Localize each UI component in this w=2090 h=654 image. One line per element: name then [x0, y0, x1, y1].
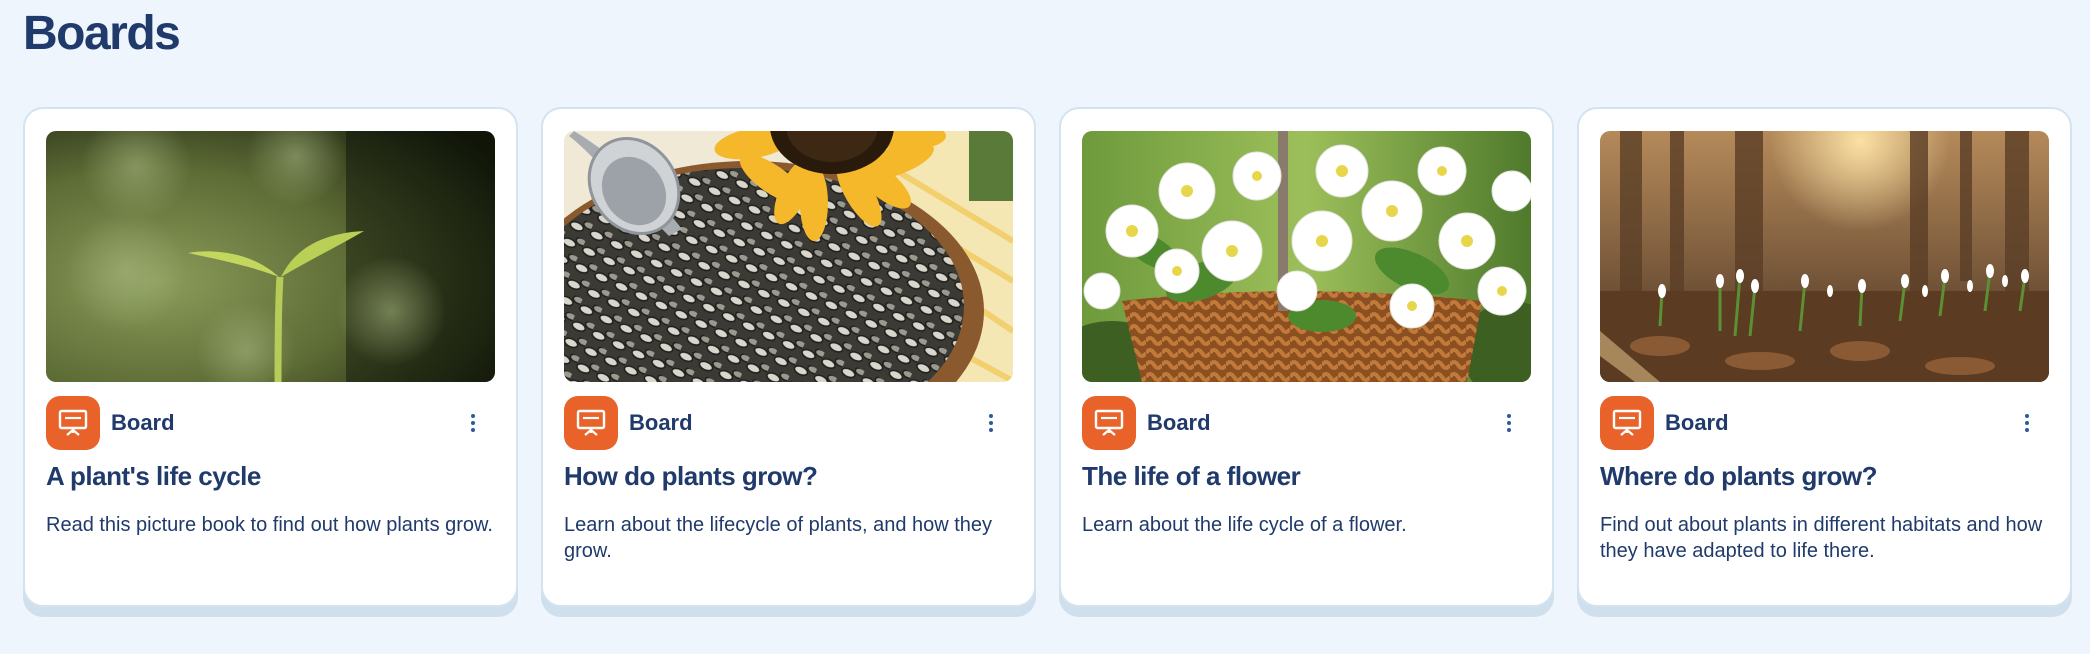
card-thumbnail: [564, 131, 1013, 382]
boards-page: Boards Board A plant's life cycle Read t…: [0, 0, 2090, 654]
more-vertical-icon: [989, 414, 993, 418]
board-card[interactable]: Board A plant's life cycle Read this pic…: [23, 107, 518, 607]
flower-basket-image: [1082, 131, 1531, 382]
card-title[interactable]: Where do plants grow?: [1600, 461, 2055, 492]
card-type-label: Board: [111, 410, 175, 435]
card-title[interactable]: How do plants grow?: [564, 461, 1019, 492]
presentation-board-icon: [564, 396, 618, 450]
card-thumbnail: [1082, 131, 1531, 382]
card-meta: Board: [564, 396, 1013, 450]
page-title: Boards: [23, 7, 181, 60]
sunflower-seeds-image: [564, 131, 1013, 382]
more-options-button[interactable]: [459, 403, 487, 443]
card-meta: Board: [46, 396, 495, 450]
forest-snowdrops-image: [1600, 131, 2049, 382]
card-description: Learn about the lifecycle of plants, and…: [564, 514, 993, 562]
presentation-board-icon: [1082, 396, 1136, 450]
seedling-image: [46, 131, 495, 382]
more-options-button[interactable]: [2013, 403, 2041, 443]
more-vertical-icon: [2025, 414, 2029, 418]
more-options-button[interactable]: [977, 403, 1005, 443]
card-description: Learn about the life cycle of a flower.: [1082, 514, 1407, 536]
board-card[interactable]: Board Where do plants grow? Find out abo…: [1577, 107, 2072, 607]
more-vertical-icon: [1507, 414, 1511, 418]
card-type-label: Board: [1147, 410, 1211, 435]
card-type-label: Board: [629, 410, 693, 435]
card-thumbnail: [46, 131, 495, 382]
card-title[interactable]: A plant's life cycle: [46, 461, 501, 492]
card-thumbnail: [1600, 131, 2049, 382]
presentation-board-icon: [46, 396, 100, 450]
card-description: Find out about plants in different habit…: [1600, 514, 2043, 562]
card-meta: Board: [1082, 396, 1531, 450]
card-meta: Board: [1600, 396, 2049, 450]
presentation-board-icon: [1600, 396, 1654, 450]
board-cards-row: Board A plant's life cycle Read this pic…: [23, 107, 2072, 607]
board-card[interactable]: Board The life of a flower Learn about t…: [1059, 107, 1554, 607]
more-options-button[interactable]: [1495, 403, 1523, 443]
card-description: Read this picture book to find out how p…: [46, 514, 493, 536]
card-title[interactable]: The life of a flower: [1082, 461, 1537, 492]
card-type-label: Board: [1665, 410, 1729, 435]
more-vertical-icon: [471, 414, 475, 418]
board-card[interactable]: Board How do plants grow? Learn about th…: [541, 107, 1036, 607]
